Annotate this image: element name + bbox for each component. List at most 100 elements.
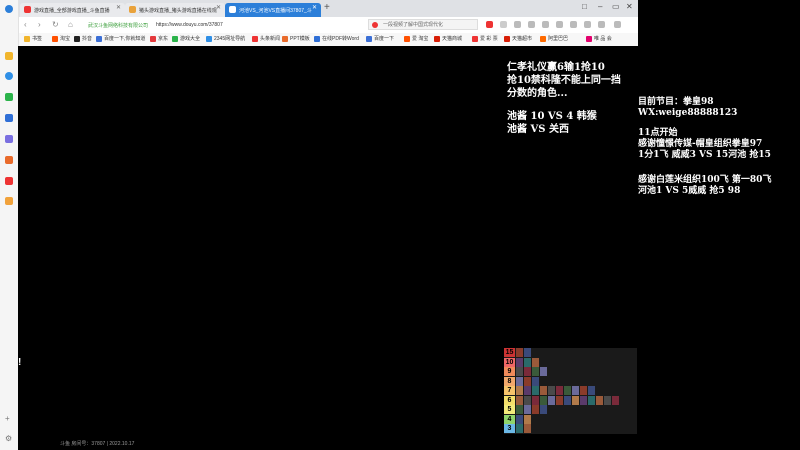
pdf-icon[interactable]: [5, 177, 13, 185]
pdf-convert-icon: [314, 35, 320, 42]
character-portrait: [524, 424, 531, 433]
tab-close-icon[interactable]: ✕: [116, 4, 121, 11]
bookmark-item[interactable]: 天猫商城: [434, 35, 462, 42]
character-portrait: [540, 367, 547, 376]
extension-icon[interactable]: [486, 21, 493, 28]
ppt-icon: [282, 35, 288, 42]
tab-bar: 游戏直播_全部游戏直播_斗鱼直播 ✕ 猪头游戏直播_猪头游戏直播在线观 ✕ 河池…: [0, 0, 638, 17]
history-icon[interactable]: [542, 21, 549, 28]
download-icon[interactable]: [5, 114, 13, 122]
apps-grid-icon[interactable]: [570, 21, 577, 28]
speed-icon[interactable]: [5, 72, 13, 80]
bookmark-item[interactable]: 在线PDF转Word: [314, 35, 359, 42]
tab-close-icon[interactable]: ✕: [216, 4, 221, 11]
video-player[interactable]: 仁孝礼仪赢6输1抢10 抢10禁科隆不能上同一挡 分数的角色... 池酱 10 …: [18, 46, 771, 450]
bookmark-item[interactable]: 淘宝: [52, 35, 70, 42]
character-portrait: [516, 405, 523, 414]
bookmark-item[interactable]: 抖音: [74, 35, 92, 42]
tab-label: 游戏直播_全部游戏直播_斗鱼直播: [34, 7, 110, 14]
minimize-window-button[interactable]: –: [598, 2, 602, 11]
favorites-icon[interactable]: [5, 52, 13, 60]
address-bar[interactable]: 武汉斗鱼网络科技有限公司 https://www.douyu.com/37807: [88, 19, 358, 31]
download-manager-icon[interactable]: [556, 21, 563, 28]
baidu-icon: [366, 35, 372, 42]
search-engine-icon: [372, 22, 378, 28]
maximize-window-button[interactable]: ▭: [612, 2, 620, 11]
bookmark-item[interactable]: 百度一下: [366, 35, 394, 42]
douyin-icon: [74, 35, 80, 42]
character-portrait: [596, 395, 603, 405]
bookmark-item[interactable]: 2345网址导航: [206, 35, 245, 42]
jd-icon: [150, 35, 156, 42]
mute-icon[interactable]: [598, 21, 605, 28]
bookmark-item[interactable]: 头条新闻: [252, 35, 280, 42]
character-portrait: [524, 376, 531, 386]
character-portrait: [532, 405, 539, 414]
tier-label: 8: [504, 376, 515, 386]
profile-icon[interactable]: [500, 21, 507, 28]
overlay-exclaim: !: [18, 357, 22, 368]
character-portrait: [548, 386, 555, 395]
character-portrait: [556, 386, 563, 395]
character-portrait: [540, 405, 547, 414]
browser-logo-icon[interactable]: [5, 5, 13, 13]
tab-1[interactable]: 猪头游戏直播_猪头游戏直播在线观 ✕: [125, 3, 225, 17]
room-info-footer: 斗鱼 房间号：37807 | 2022.10.17: [60, 441, 135, 447]
tab-0[interactable]: 游戏直播_全部游戏直播_斗鱼直播 ✕: [20, 3, 125, 17]
tab-2[interactable]: 河池VS_河池VS直播间37807_斗 ✕: [225, 3, 321, 17]
url-text[interactable]: https://www.douyu.com/37807: [156, 22, 223, 28]
character-portrait: [588, 395, 595, 405]
tab-label: 猪头游戏直播_猪头游戏直播在线观: [139, 7, 217, 14]
bookmark-item[interactable]: 天猫超市: [504, 35, 532, 42]
menu-icon[interactable]: [614, 21, 621, 28]
game-icon[interactable]: [5, 197, 13, 205]
tier-row: 9: [504, 367, 547, 376]
bookmark-item[interactable]: 书签: [24, 35, 42, 42]
character-portrait: [532, 386, 539, 395]
forward-button[interactable]: ›: [38, 20, 41, 29]
overlay-thanks-text: 感谢白莲米组织100飞 第一80飞 河池1 VS 5威威 抢5 98: [638, 175, 772, 196]
tier-label: 9: [504, 367, 515, 376]
home-button[interactable]: ⌂: [68, 20, 73, 29]
tab-favicon-icon: [24, 6, 31, 13]
close-window-button[interactable]: ✕: [626, 2, 633, 11]
character-portrait: [516, 357, 523, 367]
character-portrait: [524, 414, 531, 424]
tier-label: 7: [504, 386, 515, 395]
bookmark-item[interactable]: 游戏大全: [172, 35, 200, 42]
bookmark-item[interactable]: 百度一下,你就知道: [96, 35, 145, 42]
bookmark-item[interactable]: PPT模板: [282, 35, 310, 42]
character-portrait: [540, 395, 547, 405]
overlay-schedule-text: 11点开始 感谢憧憬传媒-帽皇组织拳皇97 1分1飞 威威3 VS 15河池 抢…: [638, 128, 771, 160]
tier-row: 3: [504, 424, 531, 433]
add-sidebar-button[interactable]: +: [5, 414, 10, 423]
screenshot-icon[interactable]: [528, 21, 535, 28]
bookmark-item[interactable]: 阿里巴巴: [540, 35, 568, 42]
tier-row: 5: [504, 405, 547, 414]
tier-row: 8: [504, 376, 539, 386]
tmall-icon: [504, 35, 510, 42]
back-button[interactable]: ‹: [24, 20, 27, 29]
tier-label: 4: [504, 414, 515, 424]
bookmark-item[interactable]: 京东: [150, 35, 168, 42]
undo-icon[interactable]: [584, 21, 591, 28]
character-portrait: [588, 386, 595, 395]
overlay-score-text: 池酱 10 VS 4 韩猴 池酱 VS 关西: [507, 111, 597, 135]
reload-button[interactable]: ↻: [52, 20, 59, 29]
weibo-icon[interactable]: [5, 156, 13, 164]
bookmark-item[interactable]: 爱 淘宝: [404, 35, 428, 42]
settings-icon[interactable]: ⚙: [5, 434, 12, 443]
site-identity[interactable]: 武汉斗鱼网络科技有限公司: [88, 22, 148, 29]
bookmark-item[interactable]: 爱 彩 票: [472, 35, 498, 42]
wechat-icon[interactable]: [5, 93, 13, 101]
bookmark-item[interactable]: 唯 品 会: [586, 35, 612, 42]
tab-close-icon[interactable]: ✕: [312, 4, 317, 11]
bookmark-star-icon[interactable]: [514, 21, 521, 28]
restore-window-button[interactable]: □: [582, 2, 587, 11]
search-input[interactable]: 一段视频了解中国式现代化: [368, 19, 478, 30]
apps-icon[interactable]: [5, 135, 13, 143]
new-tab-button[interactable]: +: [324, 2, 330, 13]
news-icon: [252, 35, 258, 42]
character-portrait: [516, 395, 523, 405]
lottery-icon: [472, 35, 478, 42]
